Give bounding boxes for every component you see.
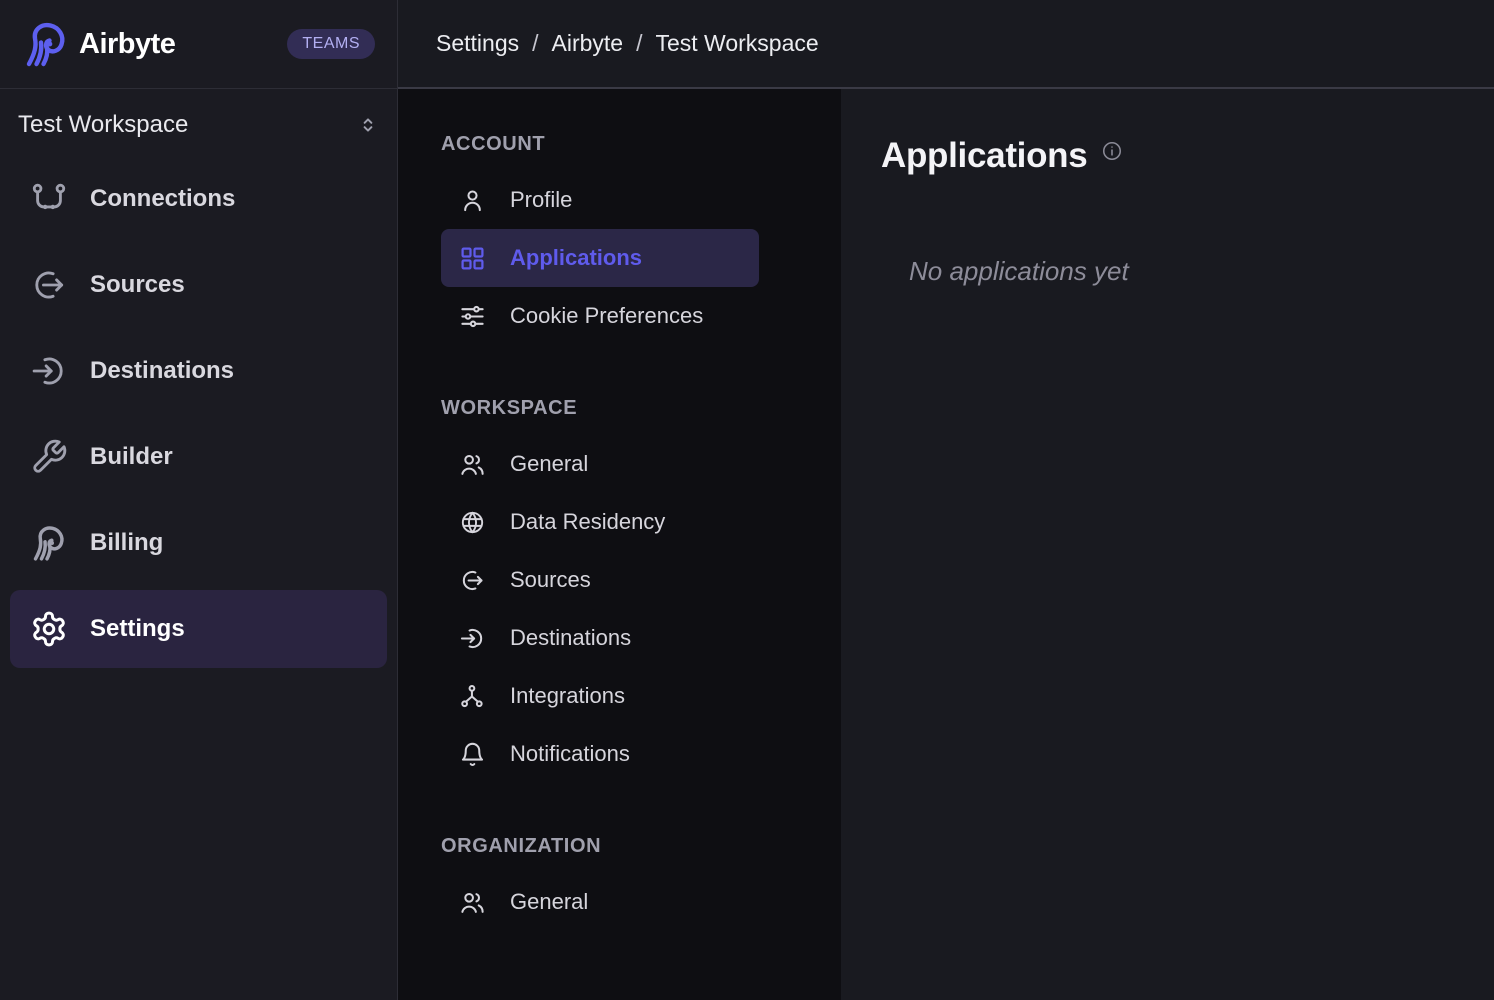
settings-item-integrations[interactable]: Integrations [441,667,759,725]
sidebar-nav: Connections Sources Destinations Builder… [0,160,397,676]
breadcrumb-bar: Settings / Airbyte / Test Workspace [398,0,1494,89]
settings-item-cookie-preferences[interactable]: Cookie Preferences [441,287,759,345]
settings-item-label: Notifications [510,741,630,767]
settings-item-label: Profile [510,187,572,213]
workspace-name: Test Workspace [18,111,357,139]
settings-item-profile[interactable]: Profile [441,171,759,229]
integrations-icon [459,683,486,710]
page-title: Applications [881,137,1087,176]
users-icon [459,451,486,478]
settings-item-label: General [510,889,588,915]
settings-item-label: Cookie Preferences [510,303,703,329]
user-icon [459,187,486,214]
globe-icon [459,509,486,536]
connections-icon [30,180,68,218]
app-window: Airbyte TEAMS Test Workspace Connections… [0,0,1494,1000]
settings-item-sources[interactable]: Sources [441,551,759,609]
chevron-up-down-icon [357,114,379,136]
users-icon [459,889,486,916]
settings-item-notifications[interactable]: Notifications [441,725,759,783]
section-title-account: ACCOUNT [441,133,841,156]
settings-section-organization: ORGANIZATION General [398,835,841,931]
section-title-organization: ORGANIZATION [441,835,841,858]
settings-item-label: Destinations [510,625,631,651]
sliders-icon [459,303,486,330]
sidebar-item-label: Destinations [90,357,234,385]
main-content: Applications No applications yet [841,89,1494,1000]
settings-item-label: Data Residency [510,509,665,535]
brand-header[interactable]: Airbyte TEAMS [0,0,397,89]
settings-nav: ACCOUNT Profile Applications Cookie Pref… [398,89,841,1000]
settings-item-workspace-general[interactable]: General [441,435,759,493]
settings-item-label: Applications [510,245,642,271]
gear-icon [30,610,68,648]
settings-section-workspace: WORKSPACE General Data Residency Sources [398,397,841,783]
airbyte-logo-icon [22,20,70,68]
sidebar-item-label: Connections [90,185,235,213]
sidebar-item-settings[interactable]: Settings [10,590,387,668]
right-pane: Settings / Airbyte / Test Workspace ACCO… [398,0,1494,1000]
destination-icon [459,625,486,652]
destination-icon [30,352,68,390]
settings-item-label: Integrations [510,683,625,709]
breadcrumb-test-workspace[interactable]: Test Workspace [655,30,818,57]
section-title-workspace: WORKSPACE [441,397,841,420]
sidebar-item-destinations[interactable]: Destinations [10,332,387,410]
sidebar-item-sources[interactable]: Sources [10,246,387,324]
sidebar-item-connections[interactable]: Connections [10,160,387,238]
bell-icon [459,741,486,768]
settings-item-label: Sources [510,567,591,593]
breadcrumb-settings[interactable]: Settings [436,30,519,57]
settings-item-applications[interactable]: Applications [441,229,759,287]
breadcrumb-airbyte[interactable]: Airbyte [552,30,624,57]
settings-item-label: General [510,451,588,477]
airbyte-octopus-icon [30,524,68,562]
sidebar-item-label: Builder [90,443,173,471]
settings-section-account: ACCOUNT Profile Applications Cookie Pref… [398,133,841,345]
sidebar-item-builder[interactable]: Builder [10,418,387,496]
brand-name: Airbyte [79,28,175,61]
grid-icon [459,245,486,272]
sidebar-item-label: Sources [90,271,185,299]
workspace-selector[interactable]: Test Workspace [12,101,385,149]
sidebar-item-billing[interactable]: Billing [10,504,387,582]
sidebar-item-label: Billing [90,529,163,557]
breadcrumb-separator: / [636,30,642,57]
settings-item-destinations[interactable]: Destinations [441,609,759,667]
source-icon [30,266,68,304]
settings-item-organization-general[interactable]: General [441,873,759,931]
breadcrumb-separator: / [532,30,538,57]
settings-item-data-residency[interactable]: Data Residency [441,493,759,551]
main-sidebar: Airbyte TEAMS Test Workspace Connections… [0,0,398,1000]
teams-badge: TEAMS [287,29,375,59]
sidebar-item-label: Settings [90,615,185,643]
info-icon[interactable] [1101,140,1123,162]
empty-state-message: No applications yet [909,256,1464,287]
wrench-icon [30,438,68,476]
source-icon [459,567,486,594]
